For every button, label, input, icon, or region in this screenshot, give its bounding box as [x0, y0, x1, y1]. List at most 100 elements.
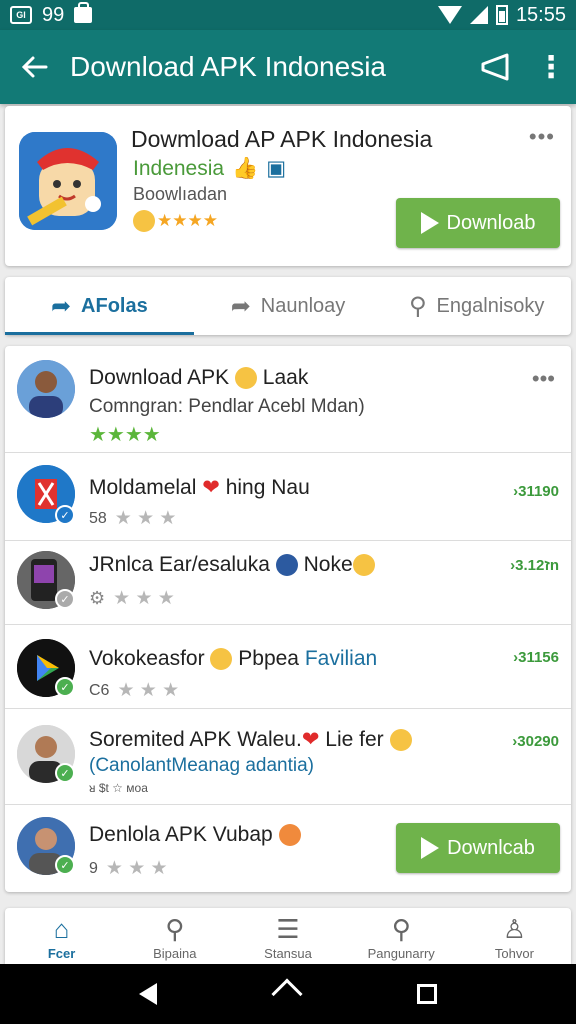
stars: ★★★★	[157, 211, 218, 230]
app-bar: Download APK Indonesia ⋮	[0, 30, 576, 104]
star-icon: ★ ★ ★	[114, 508, 177, 529]
bag-icon	[74, 2, 93, 23]
list-item[interactable]: ✓ Vokokeasfor Pbpea Favilian C6 ★ ★ ★ ›3…	[5, 624, 571, 708]
face-emoji-icon	[234, 367, 257, 390]
smile-emoji-icon	[133, 210, 155, 232]
thumb-icon: 👍	[232, 156, 259, 180]
tab-naunloay[interactable]: ➦ Naunloay	[194, 277, 383, 335]
search-icon: ⚲	[391, 914, 411, 944]
download-count: ›30290	[512, 733, 559, 750]
wink-emoji-icon	[352, 554, 375, 577]
nav-label: Fcer	[47, 946, 76, 961]
list-item[interactable]: ✓ JRnlca Ear/esaluka Noke ⚙ ★ ★ ★ ›3.1ז2…	[5, 540, 571, 624]
nav-item-home[interactable]: ⌂ Fcer	[5, 908, 118, 964]
download-count: ›3.1ז2n	[510, 557, 559, 574]
list-item-meta: ⚙ ★ ★ ★	[89, 587, 175, 610]
tab-bar: ➦ AFolas ➦ Naunloay ⚲ Engalnisoky	[5, 277, 571, 335]
rating-stars: ★★★★	[133, 210, 218, 232]
nav-label: Tohvor	[494, 946, 534, 961]
list-item-title: Moldamelal ❤ hing Nau	[89, 476, 310, 499]
list-icon: ☰	[276, 914, 300, 944]
tab-afolas[interactable]: ➦ AFolas	[5, 277, 194, 335]
notification-count: 99	[42, 3, 65, 26]
settings-icon: ⚙	[89, 588, 106, 608]
tongue-emoji-icon	[389, 729, 412, 752]
system-nav-bar	[0, 964, 576, 1024]
nav-item-search[interactable]: ⚲ Bipaina	[118, 908, 231, 964]
app-title: Dowmload AP APK Indonesia	[131, 126, 433, 152]
check-badge-icon: ✓	[55, 855, 75, 875]
list-item[interactable]: ✓ Moldamelal ❤ hing Nau 58 ★ ★ ★ ›31190	[5, 452, 571, 540]
clock: 15:55	[515, 3, 566, 26]
play-icon	[420, 212, 439, 234]
more-options-icon[interactable]: •••	[529, 124, 555, 150]
tab-engalnisoky[interactable]: ⚲ Engalnisoky	[382, 277, 571, 335]
clipboard-icon: ▣	[266, 157, 287, 180]
list-item-meta: ᴚ $t ☆ ᴍoa	[89, 781, 148, 795]
nav-item-profile[interactable]: ♙ Tohvor	[458, 908, 571, 964]
system-recents-icon[interactable]	[416, 984, 437, 1004]
list-item-title: JRnlca Ear/esaluka Noke	[89, 553, 375, 577]
app-meta: Boowlıadan	[133, 184, 228, 204]
avatar	[17, 360, 75, 418]
nav-label: Bipaina	[153, 946, 197, 961]
check-badge-icon: ✓	[55, 677, 75, 697]
back-arrow-icon[interactable]	[0, 30, 70, 104]
download-button-label: Downloab	[446, 211, 536, 234]
list-item-title: Denlola APK Vubap	[89, 823, 301, 847]
list-item-title: Soremited APK Waleu.❤ Lie fer	[89, 727, 412, 752]
list-item-title: Vokokeasfor Pbpea Favilian	[89, 647, 378, 671]
play-icon	[421, 837, 440, 859]
nav-label: Stansua	[264, 946, 312, 961]
nav-item-search-2[interactable]: ⚲ Pangunarry	[345, 908, 458, 964]
list-item[interactable]: Download APK Laak Comngran: Pendlar Aceb…	[5, 346, 571, 452]
download-button[interactable]: Downlcab	[396, 823, 560, 873]
featured-app-card[interactable]: Dowmload AP APK Indonesia Indenesia 👍 ▣ …	[5, 106, 571, 266]
share-arrow-icon: ➦	[50, 292, 72, 320]
list-item-meta: C6 ★ ★ ★	[89, 679, 179, 702]
share-icon[interactable]	[466, 30, 526, 104]
list-item-meta: 9 ★ ★ ★	[89, 857, 168, 880]
list-item-subtitle: (CanolantMeanag adantia)	[89, 755, 314, 776]
wifi-icon	[437, 6, 462, 24]
home-icon: ⌂	[53, 914, 70, 944]
search-icon: ⚲	[408, 292, 427, 320]
rating-stars: ★★★★	[89, 422, 161, 447]
bottom-nav: ⌂ Fcer ⚲ Bipaina ☰ Stansua ⚲ Pangunarry …	[5, 908, 571, 964]
list-item[interactable]: ✓ Soremited APK Waleu.❤ Lie fer (Canolan…	[5, 708, 571, 804]
sim-icon: Gl	[10, 6, 32, 24]
heart-icon: ❤	[301, 728, 320, 751]
download-count: ›31156	[513, 649, 559, 666]
app-subtitle: Indenesia 👍 ▣	[133, 156, 286, 181]
star-icon: ★ ★ ★	[105, 858, 168, 879]
status-bar: Gl 99 15:55	[0, 0, 576, 30]
check-badge-icon: ✓	[55, 589, 75, 609]
list-item-title: Download APK Laak	[89, 366, 309, 390]
more-options-icon[interactable]: •••	[532, 366, 555, 392]
overflow-menu-icon[interactable]: ⋮	[526, 30, 576, 104]
system-back-icon[interactable]	[139, 983, 158, 1005]
stars: ★★★★	[89, 424, 161, 446]
heart-icon: ❤	[202, 476, 220, 499]
face-emoji-icon	[210, 648, 233, 671]
nav-item-list[interactable]: ☰ Stansua	[231, 908, 344, 964]
signal-icon	[469, 6, 488, 24]
search-icon: ⚲	[165, 914, 185, 944]
verified-badge-icon: ✓	[55, 505, 75, 525]
download-count: ›31190	[513, 483, 559, 500]
meta-value: C6	[89, 681, 110, 699]
system-home-icon[interactable]	[271, 978, 303, 1010]
nav-label: Pangunarry	[367, 946, 435, 961]
tab-label: Engalnisoky	[436, 294, 545, 317]
page-title: Download APK Indonesia	[70, 51, 386, 82]
tab-label: AFolas	[81, 294, 148, 317]
app-list: Download APK Laak Comngran: Pendlar Aceb…	[5, 346, 571, 892]
meta-value: 58	[89, 509, 107, 527]
app-publisher: Indenesia	[133, 156, 225, 180]
star-icon: ★ ★ ★	[113, 588, 175, 609]
list-item-meta: 58 ★ ★ ★	[89, 507, 176, 530]
download-button[interactable]: Downloab	[396, 198, 560, 248]
list-item[interactable]: ✓ Denlola APK Vubap 9 ★ ★ ★ Downlcab	[5, 804, 571, 892]
star-icon: ★ ★ ★	[117, 680, 180, 701]
tab-label: Naunloay	[260, 294, 346, 317]
